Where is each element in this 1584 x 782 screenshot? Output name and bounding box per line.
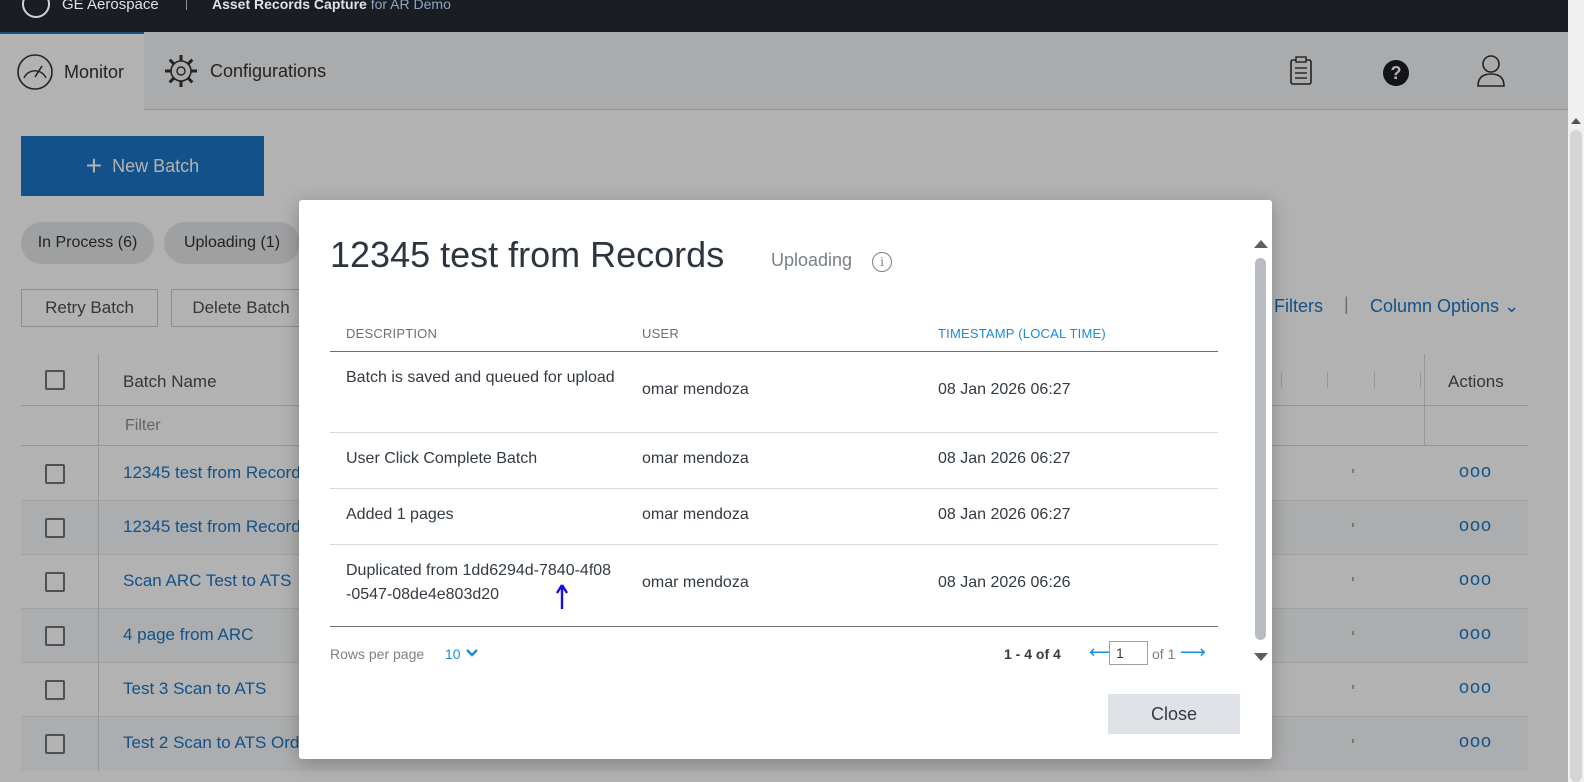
rows-per-page-label: Rows per page xyxy=(330,646,425,662)
close-button[interactable]: Close xyxy=(1108,694,1240,734)
row-timestamp: 08 Jan 2026 06:27 xyxy=(938,450,1071,467)
rows-per-page-select[interactable]: 10 xyxy=(445,646,461,662)
ge-logo-icon xyxy=(22,0,50,18)
batch-history-dialog: 12345 test from Records Uploading i DESC… xyxy=(299,200,1272,759)
total-pages: of 1 xyxy=(1152,646,1176,662)
dialog-scrollbar-thumb[interactable] xyxy=(1255,258,1266,640)
scroll-down-icon[interactable] xyxy=(1254,653,1268,661)
top-bar: GE Aerospace Asset Records Capture for A… xyxy=(0,0,1568,32)
app-name: Asset Records Capture xyxy=(212,0,367,12)
row-user: omar mendoza xyxy=(642,506,749,523)
scroll-up-icon[interactable] xyxy=(1254,240,1268,248)
page-scrollbar-thumb[interactable] xyxy=(1570,130,1582,782)
col-user[interactable]: USER xyxy=(642,326,679,341)
row-user: omar mendoza xyxy=(642,574,749,591)
col-description[interactable]: DESCRIPTION xyxy=(346,326,437,341)
history-row: User Click Complete Batch omar mendoza 0… xyxy=(330,433,1218,489)
history-row: Added 1 pages omar mendoza 08 Jan 2026 0… xyxy=(330,489,1218,545)
scroll-up-icon[interactable] xyxy=(1571,118,1581,124)
row-description: Batch is saved and queued for upload xyxy=(346,369,615,386)
row-description: Added 1 pages xyxy=(346,506,454,523)
dialog-scrollbar[interactable] xyxy=(1254,240,1268,665)
row-timestamp: 08 Jan 2026 06:27 xyxy=(938,506,1071,523)
chevron-down-icon[interactable] xyxy=(465,645,479,659)
row-description: User Click Complete Batch xyxy=(346,450,538,467)
app-title: Asset Records Capture for AR Demo xyxy=(212,0,451,12)
row-timestamp: 08 Jan 2026 06:27 xyxy=(938,381,1071,398)
brand-divider xyxy=(186,0,187,10)
page-scrollbar[interactable] xyxy=(1568,0,1584,782)
pagination-range: 1 - 4 of 4 xyxy=(1004,646,1061,662)
row-user: omar mendoza xyxy=(642,381,749,398)
brand-name: GE Aerospace xyxy=(62,0,159,13)
row-description: Duplicated from 1dd6294d-7840-4f08-0547-… xyxy=(346,562,612,603)
dialog-title: 12345 test from Records xyxy=(330,234,725,275)
info-icon[interactable]: i xyxy=(872,252,892,272)
footer-divider xyxy=(330,626,1218,627)
row-timestamp: 08 Jan 2026 06:26 xyxy=(938,574,1071,591)
col-timestamp[interactable]: TIMESTAMP (LOCAL TIME) xyxy=(938,326,1106,341)
batch-status: Uploading xyxy=(771,250,853,270)
next-page-button[interactable]: ⟶ xyxy=(1180,642,1206,663)
row-user: omar mendoza xyxy=(642,450,749,467)
page-number-input[interactable] xyxy=(1109,641,1148,665)
mouse-cursor-icon xyxy=(556,584,568,609)
history-row: Duplicated from 1dd6294d-7840-4f08-0547-… xyxy=(330,545,1218,626)
app-suffix: for AR Demo xyxy=(370,0,451,12)
history-row: Batch is saved and queued for upload oma… xyxy=(330,352,1218,433)
